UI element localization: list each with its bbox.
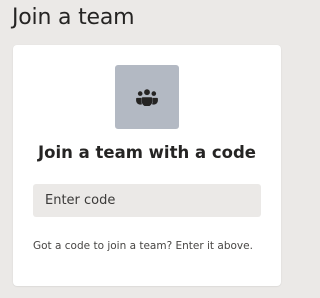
code-hint-text: Got a code to join a team? Enter it abov… [33, 240, 253, 252]
join-with-code-card[interactable]: Join a team with a code Got a code to jo… [13, 45, 281, 286]
team-code-input[interactable] [33, 184, 261, 217]
team-people-icon [136, 89, 158, 106]
team-icon-tile [115, 65, 179, 129]
page-title: Join a team [12, 5, 135, 30]
card-heading: Join a team with a code [38, 143, 256, 162]
